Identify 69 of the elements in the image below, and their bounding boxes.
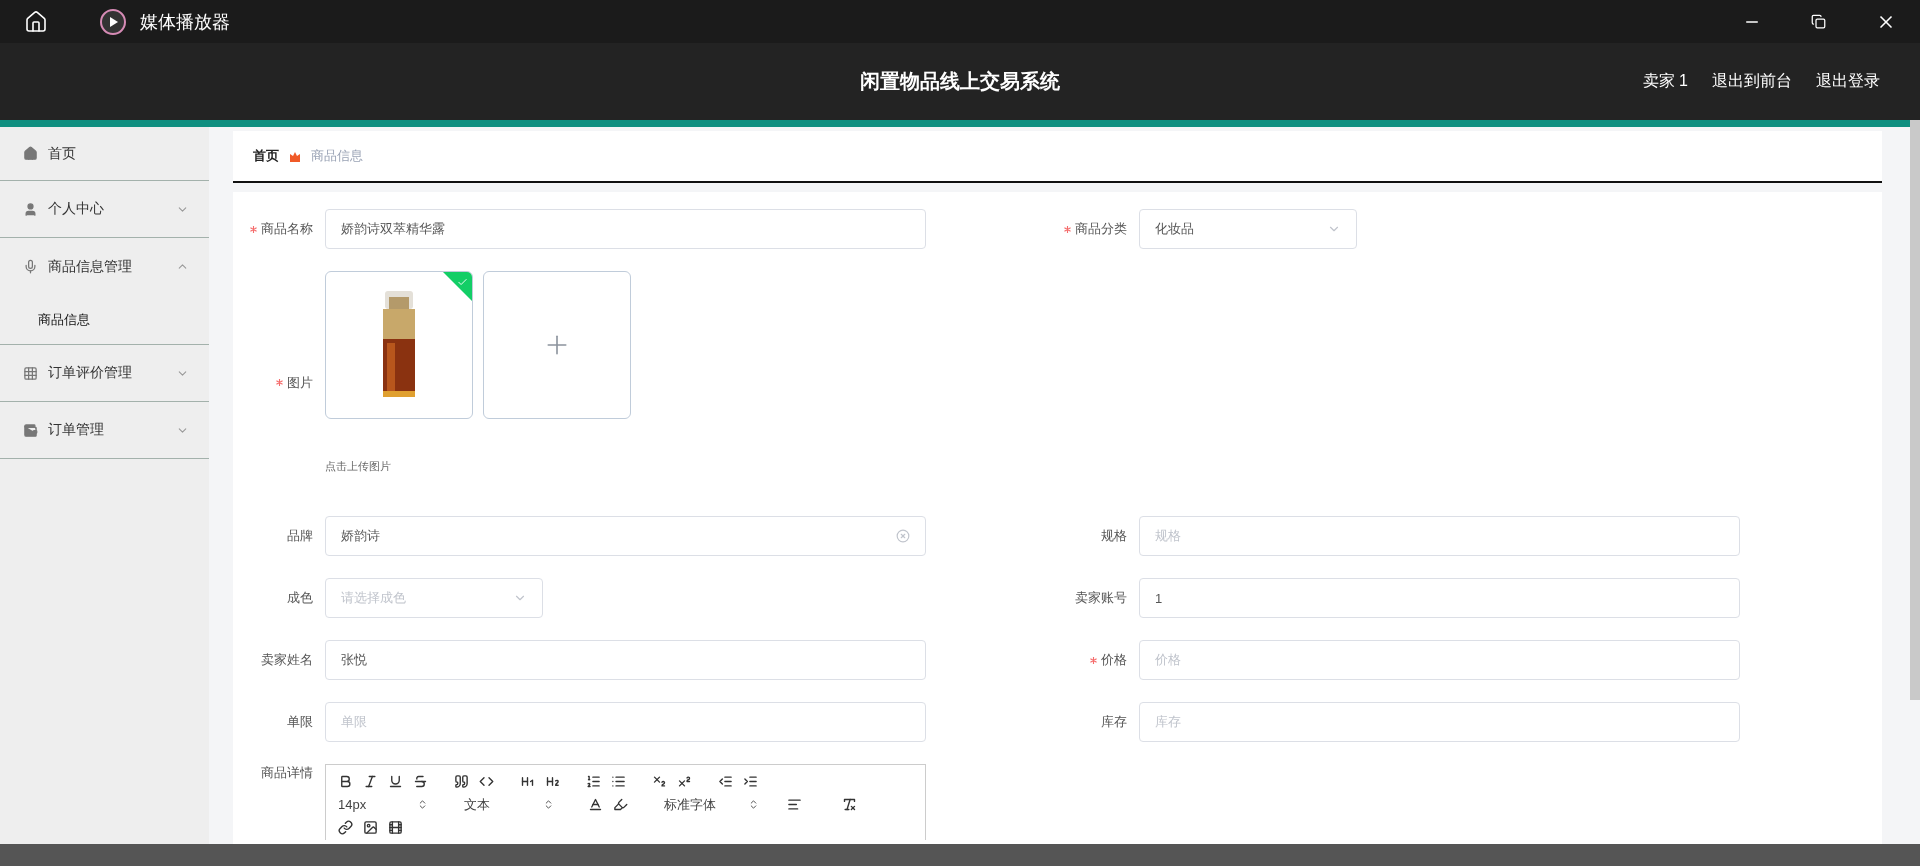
link-icon[interactable] <box>338 820 353 835</box>
subscript-icon[interactable] <box>652 774 667 789</box>
up-down-arrows-icon <box>417 799 428 810</box>
field-label: 图片 <box>287 373 313 392</box>
up-down-arrows-icon <box>748 799 759 810</box>
heading-two-icon[interactable] <box>545 774 560 789</box>
select-field[interactable]: 化妆品 <box>1139 209 1357 249</box>
bold-icon[interactable] <box>338 774 353 789</box>
uploaded-image[interactable] <box>325 271 473 419</box>
scrollbar[interactable] <box>1910 120 1920 700</box>
grid-icon <box>23 365 38 381</box>
header-link[interactable]: 退出到前台 <box>1712 71 1792 92</box>
user-icon <box>23 201 38 217</box>
microphone-icon <box>23 259 38 274</box>
up-down-arrows-icon <box>543 799 554 810</box>
strikethrough-icon[interactable] <box>413 774 428 789</box>
italic-icon[interactable] <box>363 774 378 789</box>
sidebar-item[interactable]: 商品信息管理 <box>0 238 209 295</box>
heading-one-icon[interactable] <box>520 774 535 789</box>
sidebar-item[interactable]: 首页 <box>0 127 209 181</box>
house-icon <box>23 146 38 161</box>
highlight-icon[interactable] <box>613 797 628 812</box>
wallet-icon <box>23 422 38 438</box>
image-icon[interactable] <box>363 820 378 835</box>
field-label: 价格 <box>1101 651 1127 669</box>
video-icon[interactable] <box>388 820 403 835</box>
size-select[interactable]: 14px <box>338 797 428 812</box>
field-label: 卖家姓名 <box>261 651 313 669</box>
field-label: 成色 <box>287 589 313 607</box>
header-link[interactable]: 退出登录 <box>1816 71 1880 92</box>
clear-format-icon[interactable] <box>842 797 857 812</box>
field-label: 规格 <box>1101 527 1127 545</box>
restore-icon[interactable] <box>1811 14 1826 29</box>
system-title: 闲置物品线上交易系统 <box>860 69 1060 94</box>
underline-icon[interactable] <box>388 774 403 789</box>
align-left-icon[interactable] <box>787 797 802 812</box>
sidebar-item[interactable]: 个人中心 <box>0 181 209 238</box>
font-select[interactable]: 标准字体 <box>664 795 759 814</box>
input-field[interactable]: 娇韵诗 <box>325 516 926 556</box>
superscript-icon[interactable] <box>677 774 692 789</box>
input-field[interactable]: 娇韵诗双萃精华露 <box>325 209 926 249</box>
sidebar-item[interactable]: 订单管理 <box>0 402 209 459</box>
ordered-list-icon[interactable] <box>586 774 601 789</box>
player-logo-icon <box>100 8 126 35</box>
field-label: 品牌 <box>287 527 313 545</box>
field-label: 库存 <box>1101 713 1127 731</box>
sidebar-item[interactable]: 订单评价管理 <box>0 345 209 402</box>
outdent-icon[interactable] <box>718 774 733 789</box>
field-label: 商品详情 <box>261 764 313 782</box>
quote-icon[interactable] <box>454 774 469 789</box>
header-link[interactable]: 卖家 1 <box>1642 71 1688 92</box>
code-icon[interactable] <box>479 774 494 789</box>
breadcrumb-item[interactable]: 首页 <box>253 147 279 165</box>
window-title: 媒体播放器 <box>140 10 230 34</box>
home-icon[interactable] <box>24 9 48 34</box>
sidebar-subitem[interactable]: 商品信息 <box>0 295 209 345</box>
style-select[interactable]: 文本 <box>464 795 554 814</box>
field-label: 商品名称 <box>261 220 313 238</box>
field-label: 商品分类 <box>1075 220 1127 238</box>
bullet-list-icon[interactable] <box>611 774 626 789</box>
field-label: 单限 <box>287 713 313 731</box>
font-color-icon[interactable] <box>588 797 603 812</box>
input-field[interactable]: 1 <box>1139 578 1740 618</box>
indent-icon[interactable] <box>743 774 758 789</box>
rich-text-editor[interactable]: 14px 文本 标准字体 <box>325 764 926 840</box>
field-label: 卖家账号 <box>1075 589 1127 607</box>
upload-hint: 点击上传图片 <box>325 459 392 474</box>
crown-icon <box>289 150 301 162</box>
input-field[interactable]: 张悦 <box>325 640 926 680</box>
